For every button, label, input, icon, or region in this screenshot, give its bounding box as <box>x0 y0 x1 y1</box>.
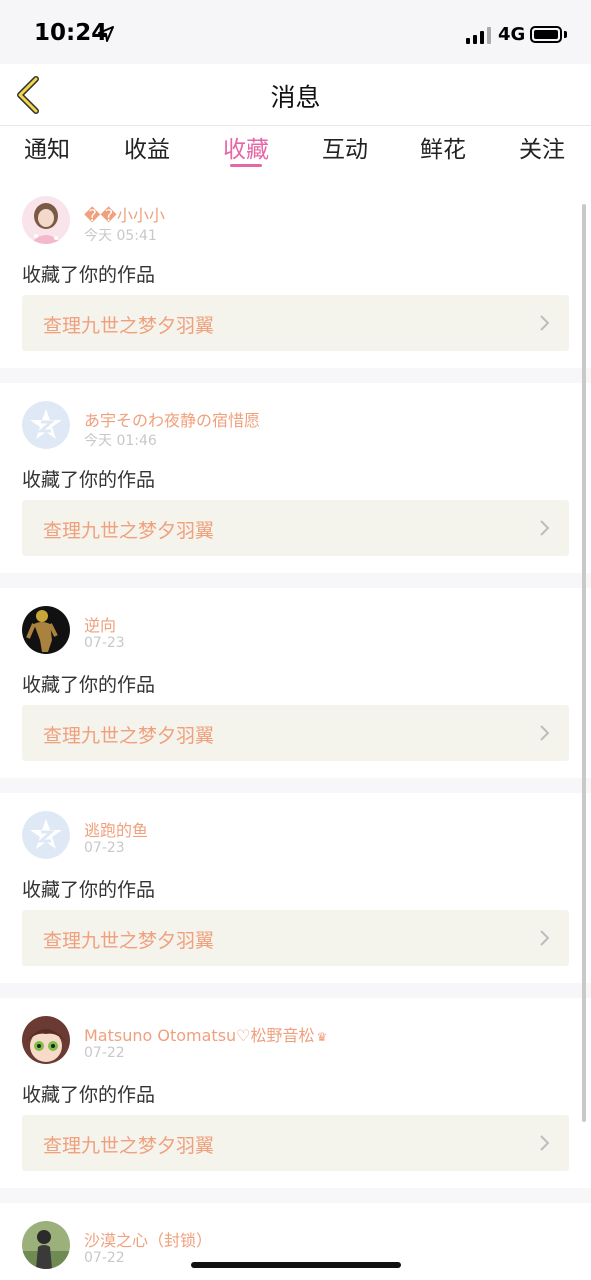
avatar[interactable] <box>22 606 70 654</box>
status-time: 10:24 <box>34 20 108 46</box>
default-star-avatar-icon <box>22 811 70 859</box>
list-item: ��小小小 今天 05:41 收藏了你的作品 查理九世之梦夕羽翼 <box>0 178 591 383</box>
photo-avatar-icon <box>22 1221 70 1269</box>
timestamp: 今天 05:41 <box>84 228 157 244</box>
work-link[interactable]: 查理九世之梦夕羽翼 <box>22 1115 569 1171</box>
avatar[interactable] <box>22 1221 70 1269</box>
user-name[interactable]: あ宇そのわ夜静の宿惜愿 <box>84 407 260 431</box>
timestamp: 07-23 <box>84 840 125 856</box>
work-link[interactable]: 查理九世之梦夕羽翼 <box>22 500 569 556</box>
timestamp: 07-23 <box>84 635 125 651</box>
list-item: あ宇そのわ夜静の宿惜愿 今天 01:46 收藏了你的作品 查理九世之梦夕羽翼 <box>0 383 591 588</box>
user-name[interactable]: ��小小小 <box>84 202 165 226</box>
tab-flowers[interactable]: 鲜花 <box>403 130 483 164</box>
work-title: 查理九世之梦夕羽翼 <box>43 1135 215 1157</box>
work-title: 查理九世之梦夕羽翼 <box>43 930 215 952</box>
work-title: 查理九世之梦夕羽翼 <box>43 520 215 542</box>
location-arrow-icon <box>98 26 114 42</box>
girl-avatar-icon <box>22 196 70 244</box>
tab-bar: 通知 收益 收藏 互动 鲜花 关注 <box>0 126 591 178</box>
work-link[interactable]: 查理九世之梦夕羽翼 <box>22 705 569 761</box>
scrollbar[interactable] <box>582 204 586 1122</box>
work-title: 查理九世之梦夕羽翼 <box>43 725 215 747</box>
action-text: 收藏了你的作品 <box>22 469 156 491</box>
chevron-right-icon <box>540 315 549 331</box>
tab-notifications[interactable]: 通知 <box>7 130 87 164</box>
chevron-right-icon <box>540 725 549 741</box>
tab-favorites[interactable]: 收藏 <box>206 130 286 164</box>
timestamp: 今天 01:46 <box>84 433 157 449</box>
action-text: 收藏了你的作品 <box>22 674 156 696</box>
action-text: 收藏了你的作品 <box>22 264 156 286</box>
avatar[interactable] <box>22 811 70 859</box>
nav-bar: 消息 <box>0 64 591 126</box>
user-name[interactable]: 逃跑的鱼 <box>84 817 148 841</box>
action-text: 收藏了你的作品 <box>22 879 156 901</box>
anime-avatar-icon <box>22 1016 70 1064</box>
action-text: 收藏了你的作品 <box>22 1084 156 1106</box>
user-name-text: Matsuno Otomatsu♡松野音松 <box>84 1026 315 1045</box>
timestamp: 07-22 <box>84 1250 125 1266</box>
user-name[interactable]: Matsuno Otomatsu♡松野音松 ♛ <box>84 1022 327 1046</box>
work-link[interactable]: 查理九世之梦夕羽翼 <box>22 910 569 966</box>
battery-tip <box>564 31 567 38</box>
user-name[interactable]: 逆向 <box>84 612 116 636</box>
work-title: 查理九世之梦夕羽翼 <box>43 315 215 337</box>
list-item: 逆向 07-23 收藏了你的作品 查理九世之梦夕羽翼 <box>0 588 591 793</box>
chevron-right-icon <box>540 930 549 946</box>
chevron-right-icon <box>540 520 549 536</box>
tab-interactions[interactable]: 互动 <box>305 130 385 164</box>
battery-icon <box>530 26 562 43</box>
avatar[interactable] <box>22 196 70 244</box>
timestamp: 07-22 <box>84 1045 125 1061</box>
figure-avatar-icon <box>22 606 70 654</box>
list-item: 逃跑的鱼 07-23 收藏了你的作品 查理九世之梦夕羽翼 <box>0 793 591 998</box>
tab-following[interactable]: 关注 <box>502 130 582 164</box>
tab-earnings[interactable]: 收益 <box>107 130 187 164</box>
default-star-avatar-icon <box>22 401 70 449</box>
crown-icon: ♛ <box>316 1030 328 1044</box>
chevron-right-icon <box>540 1135 549 1151</box>
user-name[interactable]: 沙漠之心（封锁） <box>84 1227 212 1251</box>
notification-list: ��小小小 今天 05:41 收藏了你的作品 查理九世之梦夕羽翼 あ宇そのわ夜静… <box>0 178 591 1280</box>
signal-icon <box>466 27 491 44</box>
status-bar: 10:24 4G <box>0 0 591 64</box>
page-title: 消息 <box>270 83 321 112</box>
avatar[interactable] <box>22 1016 70 1064</box>
list-item: Matsuno Otomatsu♡松野音松 ♛ 07-22 收藏了你的作品 查理九… <box>0 998 591 1203</box>
home-indicator[interactable] <box>191 1262 401 1268</box>
avatar[interactable] <box>22 401 70 449</box>
work-link[interactable]: 查理九世之梦夕羽翼 <box>22 295 569 351</box>
network-label: 4G <box>498 24 526 45</box>
active-tab-indicator <box>230 164 262 167</box>
list-item: 沙漠之心（封锁） 07-22 <box>0 1203 591 1280</box>
